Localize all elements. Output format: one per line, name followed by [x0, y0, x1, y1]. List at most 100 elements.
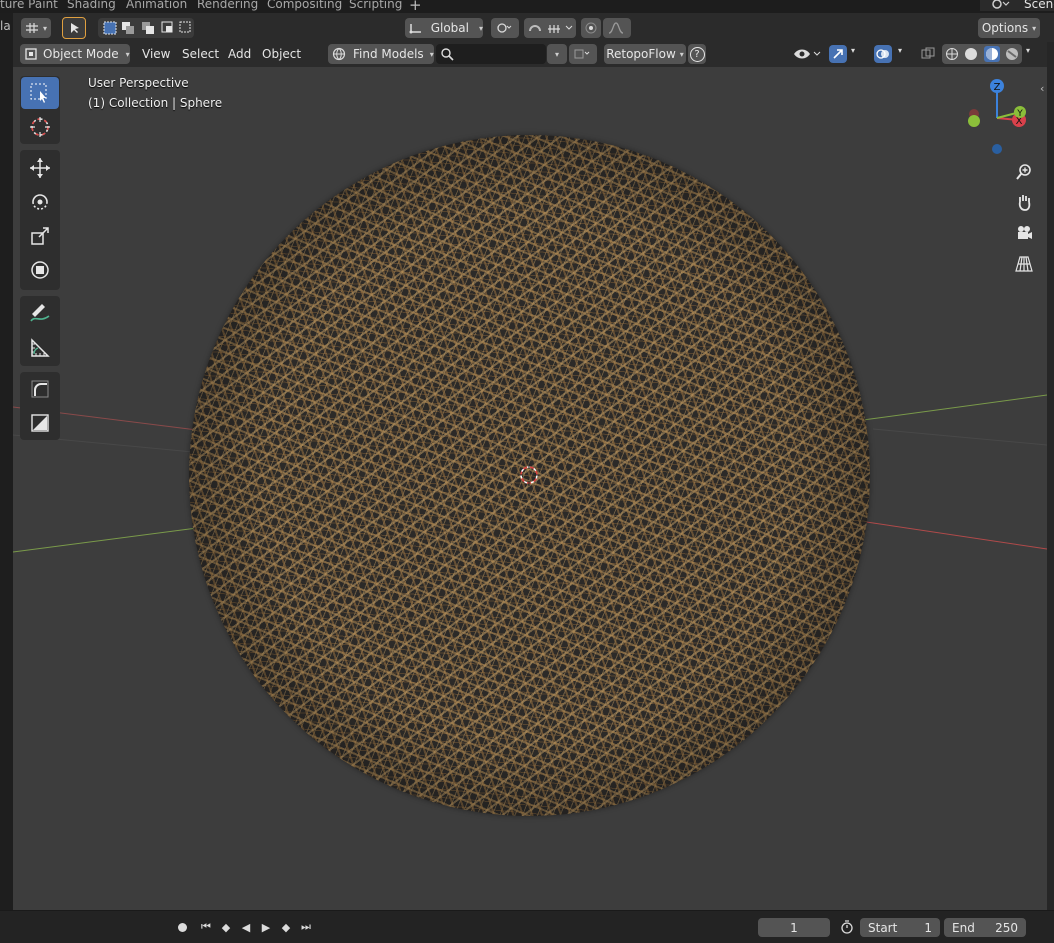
toolbar-group-annotate	[20, 296, 60, 366]
timeline-bar: ⏮ ◆ ◀ ▶ ◆ ⏭ 1 Start 1 End 250	[0, 910, 1054, 943]
end-value: 250	[995, 920, 1018, 935]
play-reverse-button[interactable]: ◀	[237, 918, 255, 936]
gizmo-neg-y[interactable]	[968, 115, 980, 127]
jump-end-button[interactable]: ⏭	[297, 918, 315, 936]
rotate-tool[interactable]	[21, 186, 59, 218]
zoom-button[interactable]	[1010, 158, 1038, 186]
chevron-down-icon[interactable]: ▾	[1026, 46, 1030, 55]
search-filter-dropdown[interactable]: ▾	[547, 44, 567, 64]
menu-view[interactable]: View	[136, 44, 176, 64]
jump-start-button[interactable]: ⏮	[197, 918, 215, 936]
scale-tool[interactable]	[21, 220, 59, 252]
tab-scripting[interactable]: Scripting	[349, 0, 402, 11]
retopoflow-help-button[interactable]: ?	[688, 44, 706, 64]
play-reverse-icon: ◀	[241, 920, 251, 934]
current-frame-field[interactable]: 1	[758, 918, 830, 937]
visibility-dropdown[interactable]	[790, 44, 824, 64]
find-models-label: Find Models	[353, 47, 424, 61]
chevron-down-icon[interactable]: ▾	[851, 46, 855, 55]
pan-button[interactable]	[1010, 188, 1038, 216]
proportional-editing-toggle[interactable]	[581, 18, 601, 38]
chevron-down-icon: ▾	[42, 23, 47, 33]
overlays-toggle[interactable]	[874, 45, 892, 63]
toolbar-group-transform	[20, 150, 60, 290]
editor-type-selector[interactable]: ▾	[21, 18, 51, 38]
workspace-tab-bar: ture Paint Shading Animation Rendering C…	[0, 0, 1054, 14]
cursor-tool[interactable]	[21, 111, 59, 143]
falloff-curve-icon	[608, 22, 624, 34]
stopwatch-icon	[841, 920, 853, 934]
camera-view-button[interactable]	[1010, 219, 1038, 247]
solid-shading-icon[interactable]	[964, 47, 978, 61]
start-frame-field[interactable]: Start 1	[860, 918, 940, 937]
scale-icon	[31, 227, 49, 245]
end-label: End	[952, 920, 975, 935]
select-box-tool[interactable]	[21, 77, 59, 109]
tab-animation[interactable]: Animation	[126, 0, 187, 11]
pivot-icon	[497, 23, 512, 33]
right-region-edge	[1047, 42, 1054, 910]
pivot-point-dropdown[interactable]	[491, 18, 519, 38]
options-dropdown[interactable]: Options ▾	[978, 18, 1040, 38]
cursor-target-icon	[30, 117, 50, 137]
selection-mode-icons	[103, 21, 191, 35]
falloff-dropdown[interactable]	[603, 18, 631, 38]
gizmo-toggle[interactable]	[829, 45, 847, 63]
find-models-dropdown[interactable]: Find Models ▾	[328, 44, 434, 64]
transform-icon	[31, 261, 49, 279]
model-search-input[interactable]	[436, 44, 546, 64]
toolbar-group-add	[20, 372, 60, 440]
retopoflow-dropdown[interactable]: RetopoFlow ▾	[604, 44, 686, 64]
snapping-group[interactable]	[524, 18, 576, 38]
move-arrows-icon	[30, 158, 50, 178]
wireframe-shading-icon[interactable]	[945, 47, 959, 61]
camera-icon	[1018, 226, 1032, 239]
mode-label: Object Mode	[43, 47, 119, 61]
shear-tool[interactable]	[21, 407, 59, 439]
menu-select[interactable]: Select	[176, 44, 225, 64]
scene-icon	[992, 0, 1010, 9]
tab-texture-paint[interactable]: ture Paint	[0, 0, 58, 11]
add-cube-tool[interactable]	[21, 373, 59, 405]
perspective-label: User Perspective	[88, 76, 189, 90]
cursor-icon	[71, 23, 79, 33]
tab-compositing[interactable]: Compositing	[267, 0, 342, 11]
rotate-icon	[32, 194, 48, 210]
play-button[interactable]: ▶	[257, 918, 275, 936]
preview-range-toggle[interactable]	[838, 918, 856, 936]
gizmo-neg-z[interactable]	[992, 144, 1002, 154]
jump-end-icon: ⏭	[301, 920, 311, 933]
tab-shading[interactable]: Shading	[67, 0, 116, 11]
sidebar-toggle-icon[interactable]: ‹	[1040, 82, 1044, 95]
globe-icon	[332, 47, 346, 61]
xray-toggle[interactable]	[918, 45, 938, 63]
chevron-down-icon[interactable]: ▾	[898, 46, 902, 55]
record-button[interactable]	[173, 918, 191, 936]
measure-tool[interactable]	[21, 332, 59, 364]
navigation-gizmo[interactable]: Z X Y	[962, 74, 1034, 158]
asset-type-dropdown[interactable]	[569, 44, 597, 64]
rendered-shading-icon[interactable]	[1005, 47, 1019, 61]
transform-tool[interactable]	[21, 254, 59, 286]
jump-start-icon: ⏮	[201, 920, 211, 933]
active-tool-select[interactable]	[62, 17, 86, 39]
prev-keyframe-button[interactable]: ◆	[217, 918, 235, 936]
object-mode-dropdown[interactable]: Object Mode ▾	[20, 44, 130, 64]
end-frame-field[interactable]: End 250	[944, 918, 1026, 937]
shear-icon	[31, 414, 49, 432]
proportional-icon	[585, 22, 597, 34]
annotate-tool[interactable]	[21, 297, 59, 329]
zoom-icon	[1016, 164, 1031, 180]
menu-object[interactable]: Object	[256, 44, 307, 64]
next-keyframe-button[interactable]: ◆	[277, 918, 295, 936]
perspective-toggle-button[interactable]	[1010, 250, 1038, 278]
tab-rendering[interactable]: Rendering	[197, 0, 258, 11]
search-icon	[441, 48, 454, 61]
move-tool[interactable]	[21, 152, 59, 184]
menu-add[interactable]: Add	[222, 44, 257, 64]
gizmo-arrow-icon	[833, 49, 843, 59]
hand-icon	[1018, 195, 1031, 211]
add-workspace-button[interactable]: +	[409, 0, 422, 14]
material-shading-icon[interactable]	[983, 46, 1000, 62]
transform-orientation-dropdown[interactable]: Global ▾	[405, 18, 483, 38]
